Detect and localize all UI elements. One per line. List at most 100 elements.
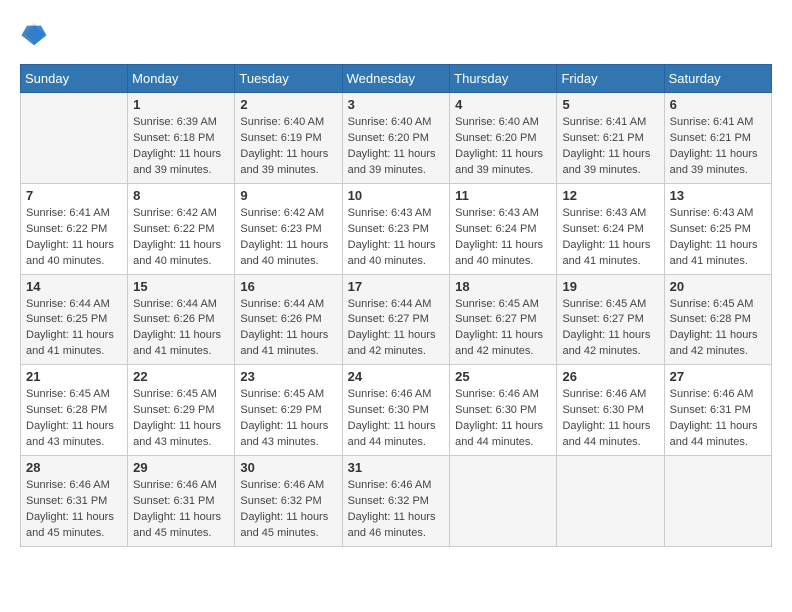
sunset-text: Sunset: 6:23 PM <box>240 223 321 235</box>
day-number: 30 <box>240 460 336 475</box>
sunrise-text: Sunrise: 6:43 AM <box>348 207 432 219</box>
day-detail: Sunrise: 6:40 AMSunset: 6:20 PMDaylight:… <box>348 115 445 179</box>
daylight-text: Daylight: 11 hours and 39 minutes. <box>455 148 543 176</box>
sunset-text: Sunset: 6:31 PM <box>26 495 107 507</box>
sunrise-text: Sunrise: 6:41 AM <box>670 116 754 128</box>
daylight-text: Daylight: 11 hours and 39 minutes. <box>240 148 328 176</box>
sunset-text: Sunset: 6:21 PM <box>562 132 643 144</box>
sunset-text: Sunset: 6:31 PM <box>133 495 214 507</box>
day-detail: Sunrise: 6:45 AMSunset: 6:28 PMDaylight:… <box>26 387 122 451</box>
sunrise-text: Sunrise: 6:46 AM <box>240 479 324 491</box>
day-detail: Sunrise: 6:43 AMSunset: 6:23 PMDaylight:… <box>348 206 445 270</box>
day-detail: Sunrise: 6:43 AMSunset: 6:25 PMDaylight:… <box>670 206 766 270</box>
day-detail: Sunrise: 6:45 AMSunset: 6:29 PMDaylight:… <box>240 387 336 451</box>
sunset-text: Sunset: 6:24 PM <box>455 223 536 235</box>
calendar-cell: 15Sunrise: 6:44 AMSunset: 6:26 PMDayligh… <box>128 274 235 365</box>
calendar-cell: 14Sunrise: 6:44 AMSunset: 6:25 PMDayligh… <box>21 274 128 365</box>
calendar-cell: 24Sunrise: 6:46 AMSunset: 6:30 PMDayligh… <box>342 365 450 456</box>
sunrise-text: Sunrise: 6:46 AM <box>26 479 110 491</box>
day-number: 17 <box>348 279 445 294</box>
sunset-text: Sunset: 6:18 PM <box>133 132 214 144</box>
sunrise-text: Sunrise: 6:41 AM <box>562 116 646 128</box>
day-detail: Sunrise: 6:41 AM Sunset: 6:21 PM Daylight:… <box>562 115 658 179</box>
sunrise-text: Sunrise: 6:43 AM <box>562 207 646 219</box>
sunrise-text: Sunrise: 6:40 AM <box>455 116 539 128</box>
calendar-cell: 6Sunrise: 6:41 AMSunset: 6:21 PMDaylight… <box>664 93 771 184</box>
day-number: 29 <box>133 460 229 475</box>
calendar-cell <box>21 93 128 184</box>
sunset-text: Sunset: 6:30 PM <box>455 404 536 416</box>
weekday-header-saturday: Saturday <box>664 65 771 93</box>
sunrise-text: Sunrise: 6:45 AM <box>455 298 539 310</box>
sunrise-text: Sunrise: 6:44 AM <box>133 298 217 310</box>
day-detail: Sunrise: 6:46 AMSunset: 6:30 PMDaylight:… <box>562 387 658 451</box>
day-detail: Sunrise: 6:44 AMSunset: 6:26 PMDaylight:… <box>240 297 336 361</box>
sunset-text: Sunset: 6:30 PM <box>562 404 643 416</box>
sunset-text: Sunset: 6:28 PM <box>26 404 107 416</box>
daylight-text: Daylight: 11 hours and 43 minutes. <box>240 420 328 448</box>
calendar-cell: 26Sunrise: 6:46 AMSunset: 6:30 PMDayligh… <box>557 365 664 456</box>
day-detail: Sunrise: 6:45 AMSunset: 6:29 PMDaylight:… <box>133 387 229 451</box>
calendar-cell: 10Sunrise: 6:43 AMSunset: 6:23 PMDayligh… <box>342 183 450 274</box>
sunset-text: Sunset: 6:27 PM <box>562 313 643 325</box>
calendar-cell: 28Sunrise: 6:46 AMSunset: 6:31 PMDayligh… <box>21 456 128 547</box>
calendar-cell: 5Sunrise: 6:41 AMSunset: 6:21 PMDaylight… <box>557 93 664 184</box>
day-detail: Sunrise: 6:45 AMSunset: 6:27 PMDaylight:… <box>562 297 658 361</box>
calendar-cell: 17 Sunrise: 6:44 AMSunset: 6:27 PMDayligh… <box>342 274 450 365</box>
sunrise-text: Sunrise: 6:45 AM <box>562 298 646 310</box>
sunrise-text: Sunrise: 6:44 AM <box>26 298 110 310</box>
day-detail: Sunrise: 6:41 AMSunset: 6:21 PMDaylight:… <box>670 115 766 179</box>
calendar-week-row: 1 Sunrise: 6:39 AMSunset: 6:18 PMDaylight… <box>21 93 772 184</box>
day-number: 1 <box>133 97 229 112</box>
day-detail: Sunrise: 6:46 AMSunset: 6:31 PMDaylight:… <box>670 387 766 451</box>
sunset-text: Sunset: 6:27 PM <box>455 313 536 325</box>
calendar-cell: 31Sunrise: 6:46 AMSunset: 6:32 PMDayligh… <box>342 456 450 547</box>
calendar-cell: 25Sunrise: 6:46 AMSunset: 6:30 PMDayligh… <box>450 365 557 456</box>
sunset-text: Sunset: 6:32 PM <box>348 495 429 507</box>
day-detail: Sunrise: 6:46 AMSunset: 6:31 PMDaylight:… <box>26 478 122 542</box>
day-number: 12 <box>562 188 658 203</box>
calendar-cell <box>557 456 664 547</box>
day-detail: Sunrise: 6:42 AMSunset: 6:22 PMDaylight:… <box>133 206 229 270</box>
sunset-text: Sunset: 6:20 PM <box>455 132 536 144</box>
day-number: 3 <box>348 97 445 112</box>
daylight-text: Daylight: 11 hours and 41 minutes. <box>240 329 328 357</box>
sunrise-text: Sunrise: 6:44 AM <box>240 298 324 310</box>
day-number: 28 <box>26 460 122 475</box>
daylight-text: Daylight: 11 hours and 39 minutes. <box>670 148 758 176</box>
day-detail: Sunrise: 6:46 AMSunset: 6:30 PMDaylight:… <box>348 387 445 451</box>
day-detail: Sunrise: 6:40 AMSunset: 6:19 PMDaylight:… <box>240 115 336 179</box>
calendar-cell: 23 Sunrise: 6:45 AMSunset: 6:29 PMDayligh… <box>235 365 342 456</box>
day-detail: Sunrise: 6:45 AMSunset: 6:28 PMDaylight:… <box>670 297 766 361</box>
sunrise-text: Sunrise: 6:41 AM <box>26 207 110 219</box>
sunrise-text: Sunrise: 6:45 AM <box>133 388 217 400</box>
day-detail: Sunrise: 6:39 AMSunset: 6:18 PMDaylight:… <box>133 115 229 179</box>
day-number: 27 <box>670 369 766 384</box>
calendar-cell: 21Sunrise: 6:45 AMSunset: 6:28 PMDayligh… <box>21 365 128 456</box>
day-number: 2 <box>240 97 336 112</box>
day-detail: Sunrise: 6:45 AM Sunset: 6:27 PM Daylight:… <box>455 297 551 361</box>
daylight-text: Daylight: 11 hours and 42 minutes. <box>455 329 543 357</box>
daylight-text: Daylight: 11 hours and 39 minutes. <box>562 148 650 176</box>
calendar-cell: 3 Sunrise: 6:40 AMSunset: 6:20 PMDaylight… <box>342 93 450 184</box>
daylight-text: Daylight: 11 hours and 40 minutes. <box>348 239 436 267</box>
daylight-text: Daylight: 11 hours and 41 minutes. <box>133 329 221 357</box>
calendar-cell: 30Sunrise: 6:46 AMSunset: 6:32 PMDayligh… <box>235 456 342 547</box>
day-detail: Sunrise: 6:46 AMSunset: 6:32 PMDaylight:… <box>348 478 445 542</box>
calendar-week-row: 7Sunrise: 6:41 AMSunset: 6:22 PMDaylight… <box>21 183 772 274</box>
daylight-text: Daylight: 11 hours and 44 minutes. <box>348 420 436 448</box>
calendar-cell: 7Sunrise: 6:41 AMSunset: 6:22 PMDaylight… <box>21 183 128 274</box>
logo-icon <box>20 20 48 48</box>
calendar-cell: 16Sunrise: 6:44 AMSunset: 6:26 PMDayligh… <box>235 274 342 365</box>
day-number: 8 <box>133 188 229 203</box>
page-header <box>20 20 772 48</box>
calendar-cell: 22Sunrise: 6:45 AMSunset: 6:29 PMDayligh… <box>128 365 235 456</box>
day-detail: Sunrise: 6:44 AMSunset: 6:27 PMDaylight:… <box>348 297 445 361</box>
daylight-text: Daylight: 11 hours and 45 minutes. <box>133 511 221 539</box>
day-number: 23 <box>240 369 336 384</box>
day-detail: Sunrise: 6:44 AMSunset: 6:25 PMDaylight:… <box>26 297 122 361</box>
sunset-text: Sunset: 6:19 PM <box>240 132 321 144</box>
sunset-text: Sunset: 6:26 PM <box>133 313 214 325</box>
calendar-cell: 18Sunrise: 6:45 AMSunset: 6:27 PMDayligh… <box>450 274 557 365</box>
sunrise-text: Sunrise: 6:42 AM <box>240 207 324 219</box>
